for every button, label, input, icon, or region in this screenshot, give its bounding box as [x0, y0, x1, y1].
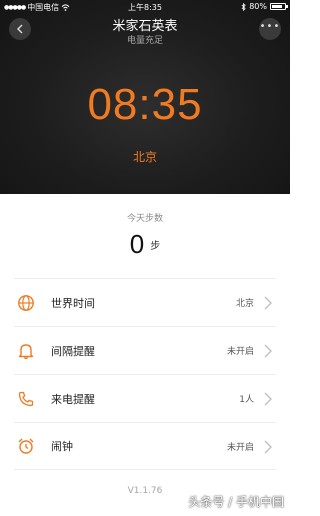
chevron-right-icon	[264, 344, 272, 358]
steps-counter: 0步	[0, 229, 290, 260]
list-item-value: 北京	[235, 299, 254, 309]
page-title: 米家石英表	[112, 19, 178, 34]
steps-value: 0	[129, 229, 145, 259]
chevron-right-icon	[264, 392, 272, 406]
bell-icon	[17, 342, 35, 360]
bluetooth-icon	[241, 2, 246, 11]
list-item-label: 间隔提醒	[51, 344, 95, 358]
battery-fill	[272, 5, 282, 8]
list-item-label: 来电提醒	[51, 392, 95, 406]
list-item-label: 闹钟	[51, 440, 73, 453]
list-item-world-time[interactable]: 世界时间 北京	[14, 278, 276, 326]
list-item-value: 未开启	[226, 442, 254, 453]
battery-status: 电量充足	[126, 36, 163, 46]
chevron-right-icon	[264, 440, 272, 454]
chevron-right-icon	[264, 296, 272, 310]
watermark: 头条号 / 手机中国	[188, 495, 284, 509]
globe-icon	[17, 294, 35, 312]
settings-list: 世界时间 北京 间隔提醒 未开启 来电提醒 1人 闹钟 未开启	[14, 278, 276, 470]
list-item-value: 未开启	[226, 347, 254, 357]
watch-city: 北京	[132, 150, 157, 164]
status-right: 80%	[241, 2, 288, 11]
status-bar: ●●●●● 中国电信 上午8:35 80%	[0, 0, 290, 14]
list-item-call-reminder[interactable]: 来电提醒 1人	[14, 374, 276, 422]
list-item-interval-reminder[interactable]: 间隔提醒 未开启	[14, 326, 276, 374]
watch-time: 08:35	[87, 80, 203, 129]
phone-icon	[17, 390, 35, 408]
header: ●●●●● 中国电信 上午8:35 80% ••• 米家石英表 电量充足 08:…	[0, 0, 290, 194]
battery-percent: 80%	[249, 2, 267, 11]
list-item-alarm[interactable]: 闹钟 未开启	[14, 422, 276, 470]
list-item-value: 1人	[239, 395, 254, 405]
battery-icon	[270, 3, 288, 10]
steps-unit: 步	[150, 241, 161, 252]
alarm-clock-icon	[17, 437, 35, 455]
steps-label: 今天步数	[126, 214, 163, 224]
list-item-label: 世界时间	[51, 296, 95, 310]
